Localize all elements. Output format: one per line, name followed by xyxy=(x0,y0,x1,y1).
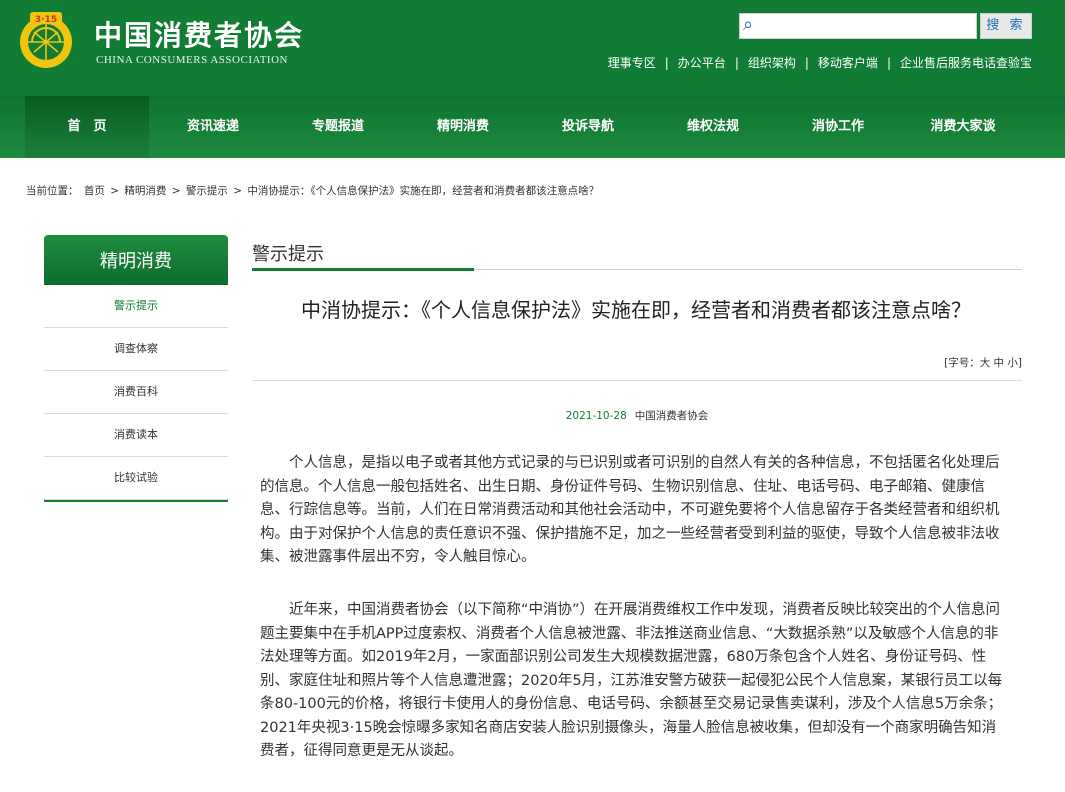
breadcrumb-home[interactable]: 首页 xyxy=(84,185,105,197)
breadcrumb-warnings[interactable]: 警示提示 xyxy=(186,185,228,197)
toplink-organization[interactable]: 组织架构 xyxy=(748,54,796,71)
sidebar-item-comparison-tests[interactable]: 比较试验 xyxy=(44,457,228,500)
site-title[interactable]: 中国消费者协会 xyxy=(94,14,304,54)
breadcrumb-current: 中消协提示：《个人信息保护法》实施在即，经营者和消费者都该注意点啥？ xyxy=(247,185,600,197)
breadcrumb: 当前位置： 首页 > 精明消费 > 警示提示 > 中消协提示：《个人信息保护法》… xyxy=(26,183,601,198)
nav-consumer-forum[interactable]: 消费大家谈 xyxy=(901,96,1025,158)
top-links: 理事专区 | 办公平台 | 组织架构 | 移动客户端 | 企业售后服务电话查验宝 xyxy=(608,54,1032,71)
nav-home[interactable]: 首 页 xyxy=(25,96,149,158)
article-paragraph: 个人信息，是指以电子或者其他方式记录的与已识别或者可识别的自然人有关的各种信息，… xyxy=(260,455,1000,565)
toplink-office[interactable]: 办公平台 xyxy=(678,54,726,71)
font-size-control: [字号：大 中 小] xyxy=(944,355,1022,370)
sidebar-item-reader[interactable]: 消费读本 xyxy=(44,414,228,457)
article-meta: 2021-10-28 中国消费者协会 xyxy=(252,408,1022,423)
sidebar-item-encyclopedia[interactable]: 消费百科 xyxy=(44,371,228,414)
search-input[interactable] xyxy=(764,16,976,38)
article-title: 中消协提示：《个人信息保护法》实施在即，经营者和消费者都该注意点啥？ xyxy=(301,298,971,322)
nav-rights-law[interactable]: 维权法规 xyxy=(651,96,775,158)
breadcrumb-prefix: 当前位置： xyxy=(26,185,79,197)
sidebar-item-surveys[interactable]: 调查体察 xyxy=(44,328,228,371)
section-accent-bar xyxy=(252,268,474,271)
breadcrumb-separator: > xyxy=(233,185,242,197)
consumers-association-logo-icon[interactable]: 3·15 xyxy=(18,8,74,74)
title-divider xyxy=(252,380,1022,381)
toplink-separator: | xyxy=(804,56,809,70)
font-size-large-button[interactable]: 大 xyxy=(980,357,991,369)
nav-association-work[interactable]: 消协工作 xyxy=(776,96,900,158)
svg-text:3·15: 3·15 xyxy=(35,15,57,25)
toplink-separator: | xyxy=(734,56,739,70)
toplink-separator: | xyxy=(886,56,891,70)
sidebar-item-warnings[interactable]: 警示提示 xyxy=(44,285,228,328)
sidebar-title: 精明消费 xyxy=(44,235,228,285)
toplink-mobile[interactable]: 移动客户端 xyxy=(818,54,878,71)
site-header: 3·15 中国消费者协会 CHINA CONSUMERS ASSOCIATION… xyxy=(0,0,1065,158)
toplink-service-phone[interactable]: 企业售后服务电话查验宝 xyxy=(900,54,1032,71)
section-title: 警示提示 xyxy=(252,244,324,265)
breadcrumb-separator: > xyxy=(110,185,119,197)
article-date: 2021-10-28 xyxy=(565,410,627,422)
font-size-label: [字号： xyxy=(944,357,980,369)
breadcrumb-smart-consumption[interactable]: 精明消费 xyxy=(124,185,166,197)
breadcrumb-separator: > xyxy=(171,185,181,197)
nav-news[interactable]: 资讯速递 xyxy=(151,96,275,158)
search-icon: ⌕ xyxy=(743,14,754,35)
article-source: 中国消费者协会 xyxy=(634,410,709,422)
main-nav: 首 页 资讯速递 专题报道 精明消费 投诉导航 维权法规 消协工作 消费大家谈 xyxy=(0,96,1065,158)
sidebar: 精明消费 警示提示 调查体察 消费百科 消费读本 比较试验 xyxy=(44,235,228,502)
search-box[interactable]: ⌕ xyxy=(739,13,977,39)
nav-smart-consumption[interactable]: 精明消费 xyxy=(401,96,525,158)
font-size-small-button[interactable]: 小 xyxy=(1007,357,1018,369)
toplink-council[interactable]: 理事专区 xyxy=(608,54,656,71)
font-size-end: ] xyxy=(1017,357,1022,369)
toplink-separator: | xyxy=(664,56,669,70)
nav-special-reports[interactable]: 专题报道 xyxy=(276,96,400,158)
sidebar-divider xyxy=(44,500,228,502)
nav-complaint-guide[interactable]: 投诉导航 xyxy=(526,96,650,158)
article-paragraph: 近年来，中国消费者协会（以下简称“中消协”）在开展消费维权工作中发现，消费者反映… xyxy=(260,602,1003,759)
site-subtitle: CHINA CONSUMERS ASSOCIATION xyxy=(96,54,288,66)
search-button[interactable]: 搜 索 xyxy=(980,13,1032,39)
font-size-medium-button[interactable]: 中 xyxy=(994,357,1005,369)
